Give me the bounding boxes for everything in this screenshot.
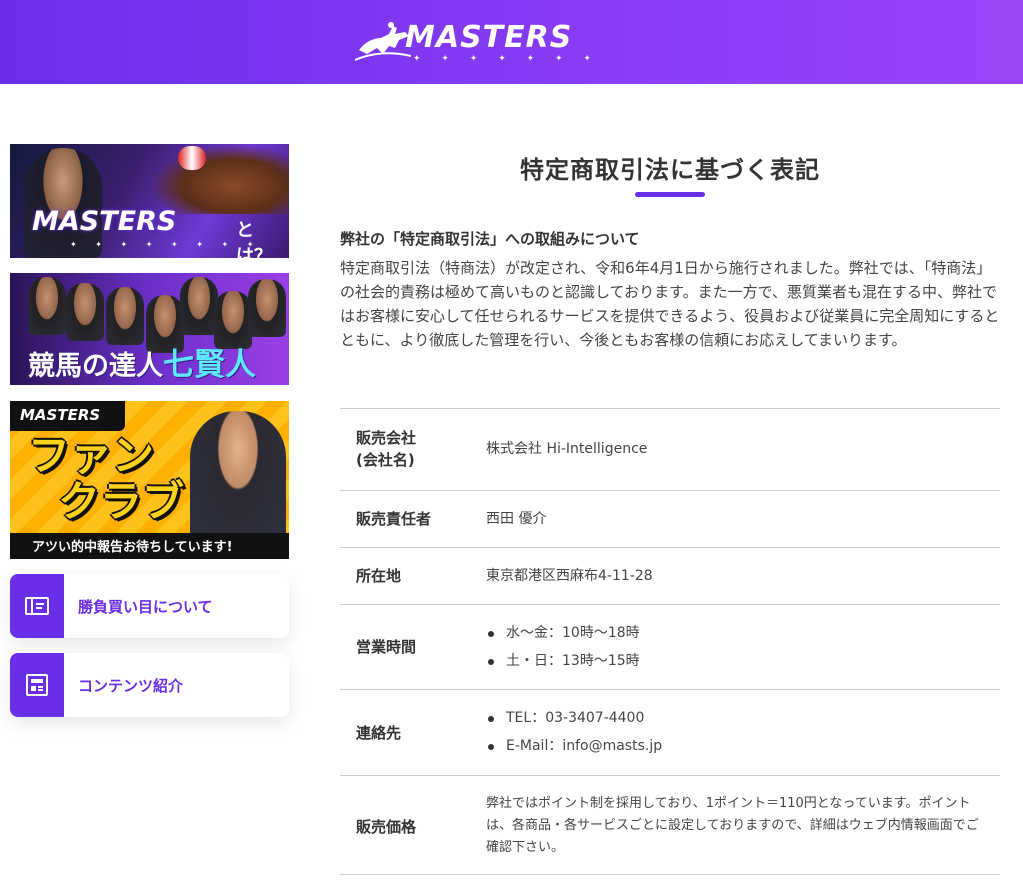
banner-person-image (190, 411, 286, 546)
about-masters-banner[interactable]: MASTERS とは？ ✦ ✦ ✦ ✦ ✦ ✦ ✦ ✦ (10, 144, 289, 258)
menu-item-label: コンテンツ紹介 (78, 677, 184, 695)
sage-portrait (180, 277, 218, 335)
table-row: 連絡先 TEL：03-3407-4400 E-Mail：info@masts.j… (340, 690, 1000, 776)
banner-suffix-text: とは？ (236, 220, 272, 258)
row-label: 販売責任者 (356, 510, 432, 528)
list-item: TEL：03-3407-4400 (486, 704, 986, 732)
fan-club-banner[interactable]: MASTERS ファン クラブ アツい的中報告お待ちしています! (10, 401, 289, 559)
sage-portrait (106, 287, 144, 345)
row-value: 株式会社 Hi-Intelligence (486, 441, 648, 457)
banner-title: ファン クラブ (28, 433, 184, 525)
banner-jockey-image (178, 146, 206, 170)
banner-title-line: クラブ (58, 477, 185, 526)
row-value: 東京都港区西麻布4-11-28 (486, 568, 653, 584)
row-label: 所在地 (356, 567, 402, 585)
seven-sages-banner[interactable]: 競馬の達人七賢人 (10, 273, 289, 385)
banner-horse-image (150, 144, 289, 214)
list-item: 土・日：13時～15時 (486, 647, 986, 675)
table-row: 営業時間 水～金：10時～18時 土・日：13時～15時 (340, 605, 1000, 690)
row-label: 連絡先 (356, 724, 402, 742)
horse-rider-icon (355, 22, 411, 61)
sage-portrait (28, 277, 66, 335)
table-row: 販売責任者 西田 優介 (340, 491, 1000, 548)
row-label-line: 販売会社 (356, 429, 417, 447)
commerce-info-table: 販売会社 (会社名) 株式会社 Hi-Intelligence 販売責任者 西田… (340, 408, 1000, 875)
site-header: MASTERS ✦ ✦ ✦ ✦ ✦ ✦ ✦ (0, 0, 1023, 84)
menu-item-label: 勝負買い目について (78, 598, 213, 616)
sage-portrait (248, 279, 286, 337)
banner-title-line: ファン (28, 431, 155, 480)
banner-stars: ✦ ✦ ✦ ✦ ✦ ✦ ✦ ✦ (70, 240, 262, 249)
logo-text: MASTERS (405, 20, 573, 55)
ticket-icon (10, 574, 64, 638)
table-row: 販売価格 弊社ではポイント制を採用しており、1ポイント＝110円となっています。… (340, 776, 1000, 875)
row-label: 営業時間 (356, 638, 417, 656)
sage-portrait (66, 283, 104, 341)
list-item[interactable]: E-Mail：info@masts.jp (486, 732, 986, 760)
row-value: 西田 優介 (486, 511, 547, 527)
page-title: 特定商取引法に基づく表記 (520, 156, 820, 184)
banner-logo-text: MASTERS (32, 206, 177, 237)
intro-paragraph: 特定商取引法（特商法）が改定され、令和6年4月1日から施行されました。弊社では、… (340, 259, 1000, 349)
banner-caption: アツい的中報告お待ちしています! (32, 540, 233, 555)
row-label: 販売会社 (会社名) (356, 427, 416, 471)
logo-stars: ✦ ✦ ✦ ✦ ✦ ✦ ✦ (413, 54, 600, 64)
newspaper-icon (10, 653, 64, 717)
title-underline (635, 192, 705, 197)
row-value: 弊社ではポイント制を採用しており、1ポイント＝110円となっています。ポイントは… (486, 796, 979, 855)
list-item: 水～金：10時～18時 (486, 619, 986, 647)
banner-title-prefix: 競馬の達人 (28, 351, 163, 382)
contact-list: TEL：03-3407-4400 E-Mail：info@masts.jp (486, 704, 986, 760)
table-row: 販売会社 (会社名) 株式会社 Hi-Intelligence (340, 409, 1000, 491)
banner-logo-text: MASTERS (20, 406, 101, 424)
row-label: 販売価格 (356, 818, 417, 836)
masters-logo[interactable]: MASTERS ✦ ✦ ✦ ✦ ✦ ✦ ✦ (355, 18, 600, 66)
banner-title-accent: 七賢人 (163, 347, 256, 383)
intro-heading: 弊社の「特定商取引法」への取組みについて (340, 230, 640, 248)
row-label-line: (会社名) (356, 451, 415, 469)
table-row: 所在地 東京都港区西麻布4-11-28 (340, 548, 1000, 605)
business-hours-list: 水～金：10時～18時 土・日：13時～15時 (486, 619, 986, 675)
menu-item-betting-tips[interactable]: 勝負買い目について (10, 574, 289, 638)
banner-title: 競馬の達人七賢人 (28, 339, 256, 384)
menu-item-contents[interactable]: コンテンツ紹介 (10, 653, 289, 717)
